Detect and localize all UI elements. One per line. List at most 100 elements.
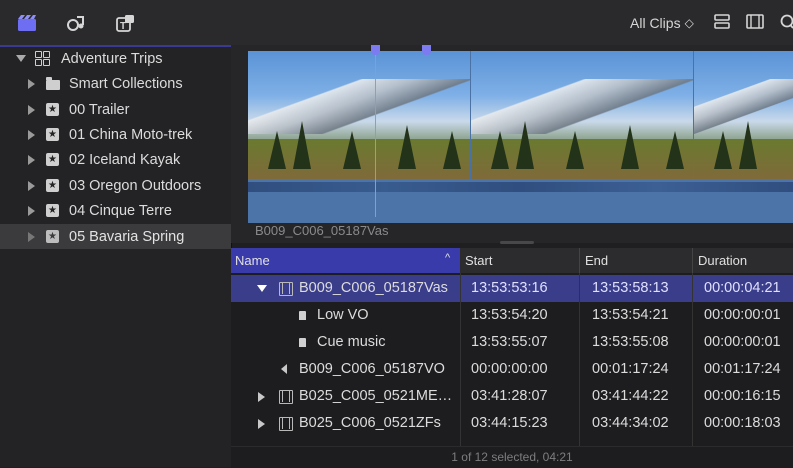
sidebar-item-event[interactable]: ★ 00 Trailer — [0, 97, 231, 122]
photos-audio-icon[interactable] — [66, 14, 86, 32]
pane-resize-handle[interactable] — [500, 241, 534, 244]
sidebar-item-event[interactable]: ★ 02 Iceland Kayak — [0, 147, 231, 172]
libraries-icon[interactable] — [17, 14, 37, 32]
disclosure-right-icon[interactable] — [258, 392, 265, 402]
disclosure-right-icon[interactable] — [28, 155, 35, 165]
column-header-duration[interactable]: Duration — [698, 253, 747, 268]
search-icon[interactable] — [779, 13, 793, 31]
clip-thumbnail — [248, 51, 470, 179]
folder-icon — [46, 80, 60, 90]
marker-icon[interactable] — [422, 45, 431, 55]
sidebar-item-label: 03 Oregon Outdoors — [69, 178, 201, 194]
disclosure-right-icon[interactable] — [28, 181, 35, 191]
disclosure-right-icon[interactable] — [28, 79, 35, 89]
table-row[interactable]: B009_C006_05187Vas 13:53:53:16 13:53:58:… — [231, 275, 793, 302]
marker-icon — [299, 338, 306, 347]
clip-filter-popup[interactable]: All Clips ◇ — [630, 12, 694, 34]
row-name: Cue music — [317, 334, 386, 350]
disclosure-down-icon[interactable] — [257, 285, 267, 292]
row-start: 13:53:53:16 — [471, 280, 548, 296]
sidebar-item-label: 02 Iceland Kayak — [69, 152, 180, 168]
sidebar-library-label: Adventure Trips — [61, 51, 163, 67]
clip-filmstrip[interactable] — [248, 51, 793, 223]
disclosure-right-icon[interactable] — [28, 206, 35, 216]
event-star-icon: ★ — [46, 204, 59, 217]
list-header: Name ^ Start End Duration — [231, 248, 793, 273]
event-star-icon: ★ — [46, 179, 59, 192]
row-end: 13:53:54:21 — [592, 307, 669, 323]
event-star-icon: ★ — [46, 230, 59, 243]
row-start: 03:41:28:07 — [471, 388, 548, 404]
row-end: 13:53:58:13 — [592, 280, 669, 296]
svg-text:T: T — [120, 21, 126, 32]
sidebar-item-event[interactable]: ★ 01 China Moto-trek — [0, 122, 231, 147]
disclosure-right-icon[interactable] — [28, 232, 35, 242]
row-end: 03:41:44:22 — [592, 388, 669, 404]
event-star-icon: ★ — [46, 103, 59, 116]
row-duration: 00:00:00:01 — [704, 307, 781, 323]
sidebar-item-smart-collections[interactable]: Smart Collections — [0, 71, 231, 96]
clip-thumbnail — [471, 51, 693, 179]
row-start: 03:44:15:23 — [471, 415, 548, 431]
list-view-icon[interactable] — [714, 13, 734, 31]
clip-thumbnail — [694, 51, 793, 179]
filmstrip-clip-name: B009_C006_05187Vas — [255, 223, 389, 238]
table-row[interactable]: Cue music 13:53:55:07 13:53:55:08 00:00:… — [231, 329, 793, 356]
row-name: B025_C005_0521ME… — [299, 388, 452, 404]
table-row[interactable]: B025_C005_0521ME… 03:41:28:07 03:41:44:2… — [231, 383, 793, 410]
sidebar-item-label: 00 Trailer — [69, 102, 129, 118]
row-name: B009_C006_05187Vas — [299, 280, 448, 296]
clip-filter-label: All Clips — [630, 15, 681, 31]
table-row[interactable]: Low VO 13:53:54:20 13:53:54:21 00:00:00:… — [231, 302, 793, 329]
row-end: 00:01:17:24 — [592, 361, 669, 377]
disclosure-right-icon[interactable] — [28, 130, 35, 140]
status-bar: 1 of 12 selected, 04:21 — [231, 446, 793, 468]
event-star-icon: ★ — [46, 153, 59, 166]
sidebar-item-label: 01 China Moto-trek — [69, 127, 192, 143]
column-divider — [692, 273, 693, 446]
video-clip-icon — [279, 390, 293, 404]
row-duration: 00:00:04:21 — [704, 280, 781, 296]
column-header-name[interactable]: Name ^ — [231, 248, 460, 273]
column-header-end[interactable]: End — [585, 253, 608, 268]
column-header-start[interactable]: Start — [465, 253, 492, 268]
titles-generators-icon[interactable]: T — [116, 14, 136, 32]
row-name: Low VO — [317, 307, 369, 323]
chevron-updown-icon: ◇ — [685, 16, 694, 30]
sidebar-item-label: 05 Bavaria Spring — [69, 229, 184, 245]
sort-ascending-icon: ^ — [445, 252, 450, 264]
row-end: 03:44:34:02 — [592, 415, 669, 431]
row-duration: 00:00:00:01 — [704, 334, 781, 350]
browser-toolbar: T All Clips ◇ — [0, 0, 793, 45]
sidebar-item-event[interactable]: ★ 03 Oregon Outdoors — [0, 173, 231, 198]
row-duration: 00:01:17:24 — [704, 361, 781, 377]
video-clip-icon — [279, 282, 293, 296]
row-name: B009_C006_05187VO — [299, 361, 445, 377]
row-start: 13:53:55:07 — [471, 334, 548, 350]
sidebar-item-label: 04 Cinque Terre — [69, 203, 172, 219]
row-duration: 00:00:16:15 — [704, 388, 781, 404]
disclosure-right-icon[interactable] — [28, 105, 35, 115]
row-start: 13:53:54:20 — [471, 307, 548, 323]
event-star-icon: ★ — [46, 128, 59, 141]
skimmer-playhead[interactable] — [375, 45, 376, 217]
sidebar-library-row[interactable]: Adventure Trips — [0, 46, 231, 71]
column-divider — [460, 273, 461, 446]
sidebar-item-label: Smart Collections — [69, 76, 183, 92]
audio-waveform-peaks — [248, 182, 793, 192]
row-duration: 00:00:18:03 — [704, 415, 781, 431]
row-start: 00:00:00:00 — [471, 361, 548, 377]
disclosure-right-icon[interactable] — [258, 419, 265, 429]
table-row[interactable]: B009_C006_05187VO 00:00:00:00 00:01:17:2… — [231, 356, 793, 383]
marker-icon — [299, 311, 306, 320]
table-row[interactable]: B025_C006_0521ZFs 03:44:15:23 03:44:34:0… — [231, 410, 793, 437]
marker-icon[interactable] — [371, 45, 380, 55]
sidebar-item-event-selected[interactable]: ★ 05 Bavaria Spring — [0, 224, 231, 249]
row-name: B025_C006_0521ZFs — [299, 415, 441, 431]
sidebar-item-event[interactable]: ★ 04 Cinque Terre — [0, 198, 231, 223]
filmstrip-view-icon[interactable] — [746, 13, 766, 31]
disclosure-down-icon[interactable] — [16, 55, 26, 62]
audio-icon — [281, 364, 287, 374]
row-end: 13:53:55:08 — [592, 334, 669, 350]
column-divider — [579, 273, 580, 446]
